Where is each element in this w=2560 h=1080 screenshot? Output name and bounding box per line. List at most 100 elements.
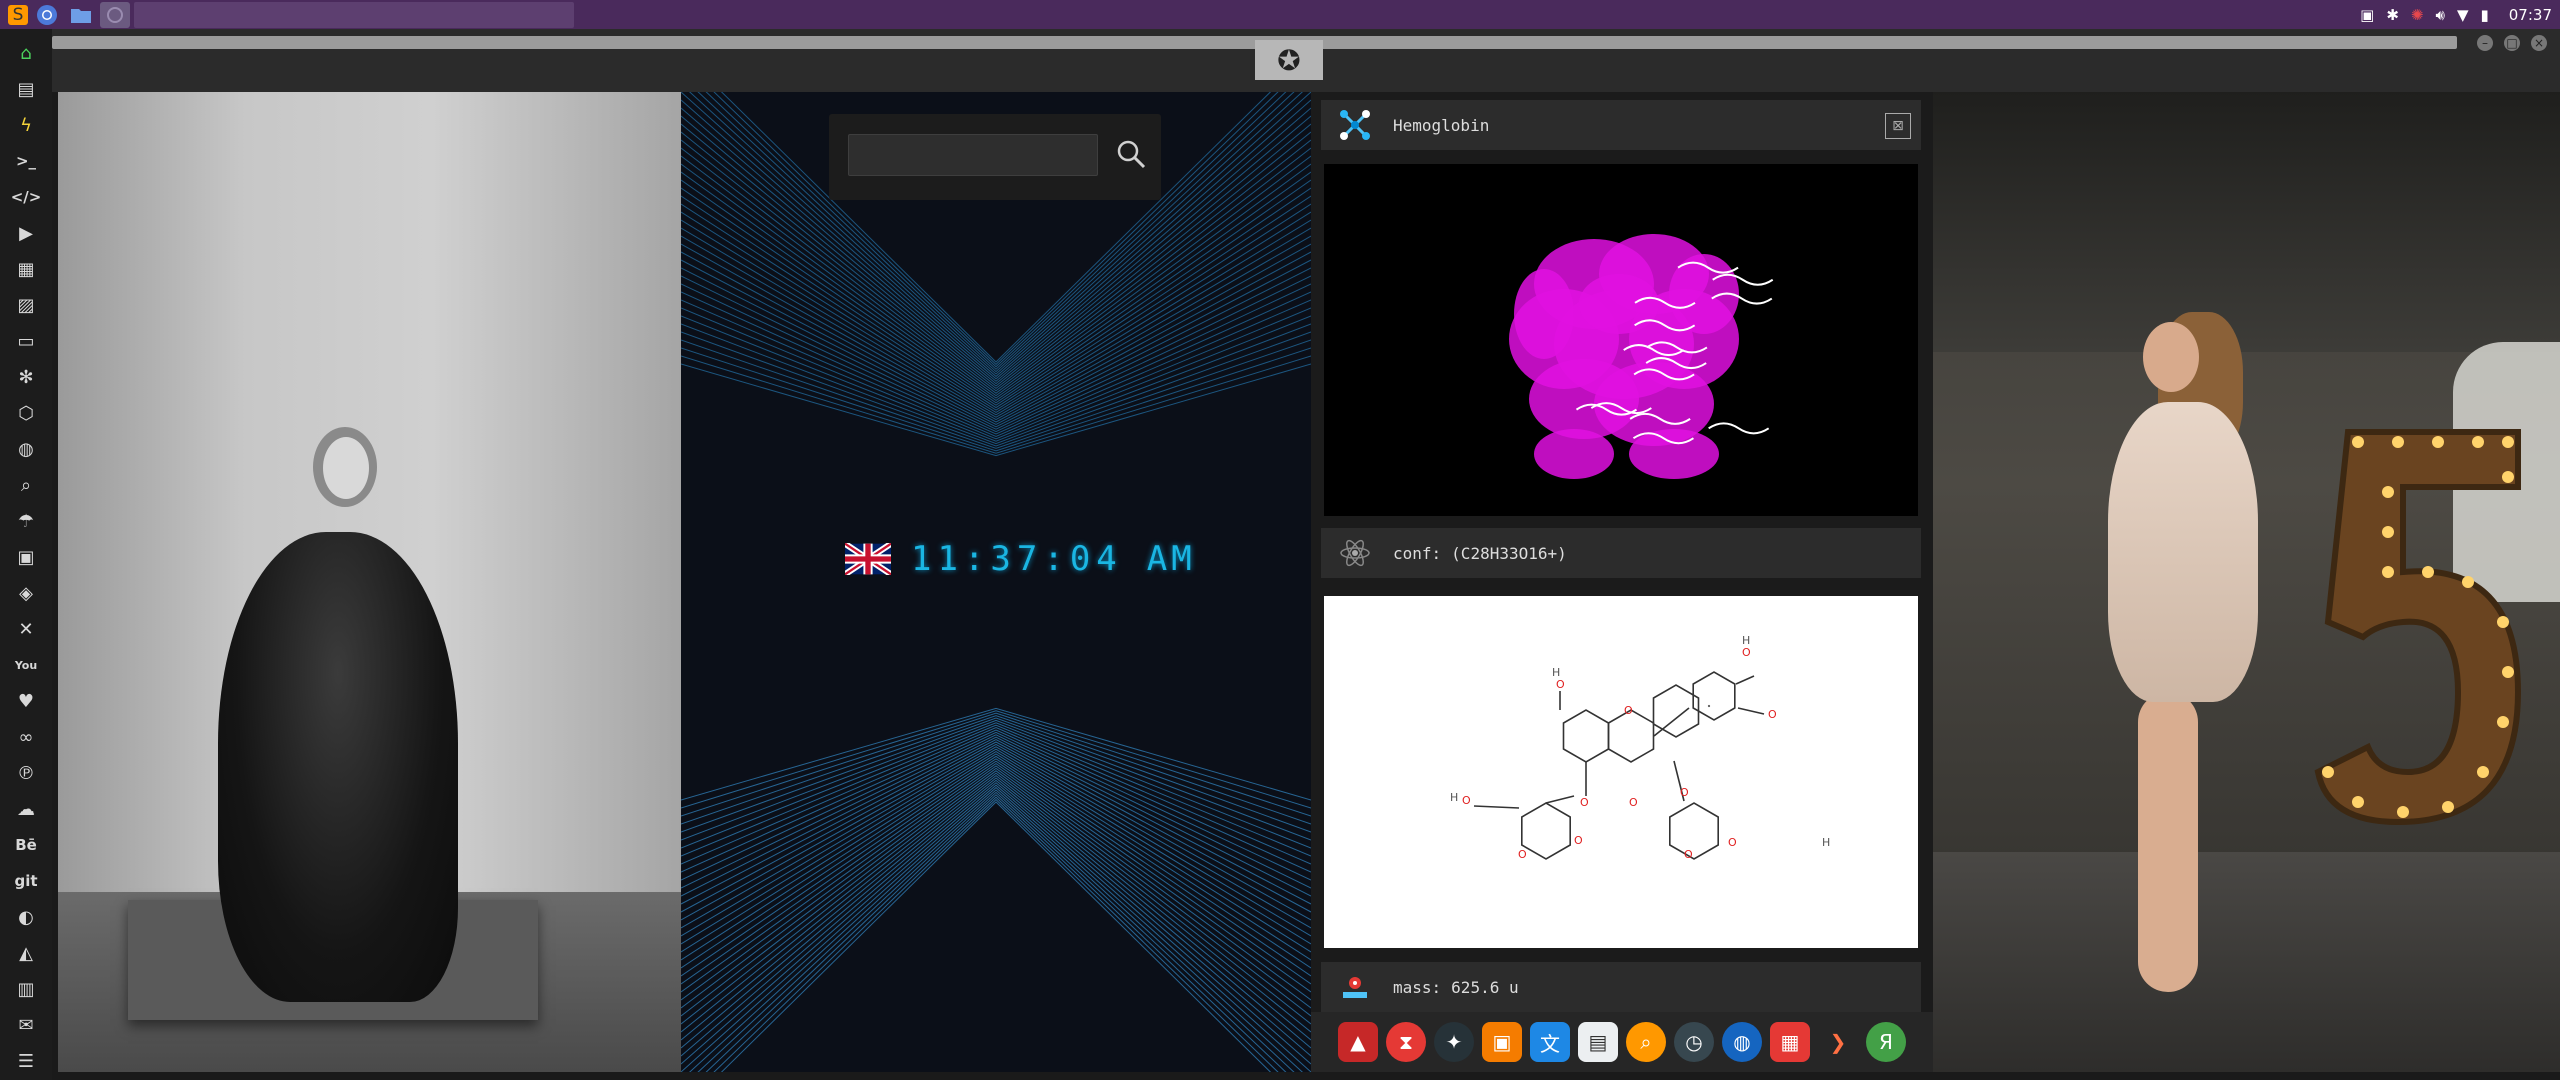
volume-icon[interactable]: 🔊︎	[2436, 6, 2445, 24]
bluetooth-icon[interactable]: ✱	[2386, 6, 2399, 24]
svg-text:O: O	[1580, 796, 1589, 809]
server-icon[interactable]: ☰	[12, 1047, 40, 1075]
molecule-close-button[interactable]: ⊠	[1885, 113, 1911, 139]
mail-icon[interactable]: ✉	[12, 1011, 40, 1039]
close-icon[interactable]: ×	[2531, 35, 2547, 51]
play-icon[interactable]: ▶	[12, 219, 40, 247]
layers-icon[interactable]: ◭	[12, 939, 40, 967]
globe-icon[interactable]: ◍	[12, 435, 40, 463]
cloud-icon[interactable]: ☁	[12, 795, 40, 823]
clock-icon[interactable]: ◷	[1674, 1022, 1714, 1062]
marquee-number-sign	[2308, 412, 2538, 832]
active-task-button[interactable]	[134, 2, 574, 28]
image-icon[interactable]: ▣	[2360, 6, 2374, 24]
color-photo	[1933, 92, 2560, 1072]
contact-icon[interactable]: ▣	[12, 543, 40, 571]
molecule-name: Hemoglobin	[1393, 116, 1489, 135]
mass-row: mass: 625.6 u	[1321, 962, 1921, 1012]
youtube-icon[interactable]: You	[12, 651, 40, 679]
search-input[interactable]	[848, 134, 1098, 176]
svg-text:O: O	[1768, 708, 1777, 721]
conformation-label: conf:	[1393, 544, 1441, 563]
search-icon[interactable]: ⌕	[12, 471, 40, 499]
photo-drape	[1933, 92, 2560, 352]
behance-icon[interactable]: Bē	[12, 831, 40, 859]
system-clock[interactable]: 07:37	[2509, 6, 2552, 24]
photo-figure-legs	[2138, 692, 2198, 992]
svg-text:H: H	[1742, 634, 1750, 647]
yandex-icon[interactable]: Я	[1866, 1022, 1906, 1062]
search-app-icon[interactable]: ⌕	[1626, 1022, 1666, 1062]
github-icon[interactable]: ◐	[12, 903, 40, 931]
window-switcher-icon[interactable]	[100, 2, 130, 28]
globe-icon[interactable]: ◍	[1722, 1022, 1762, 1062]
document-icon[interactable]: ▤	[12, 75, 40, 103]
rebel-logo-icon[interactable]: ✪	[1255, 40, 1323, 80]
bolt-icon[interactable]: ϟ	[12, 111, 40, 139]
calendar-icon[interactable]: ▦	[1770, 1022, 1810, 1062]
card-icon[interactable]: ▭	[12, 327, 40, 355]
pinterest-icon[interactable]: ℗	[12, 759, 40, 787]
code-icon[interactable]: </>	[12, 183, 40, 211]
molecule-header: Hemoglobin ⊠	[1321, 100, 1921, 150]
infinity-icon[interactable]: ∞	[12, 723, 40, 751]
molecule-widget: Hemoglobin ⊠ conf: (C28H33O16+) OHOOHOOO…	[1311, 92, 1933, 1072]
home-icon[interactable]: ⌂	[12, 39, 40, 67]
svg-text:O: O	[1680, 786, 1689, 799]
svg-text:O: O	[1462, 794, 1471, 807]
system-tray: ▣ ✱ ✺ 🔊︎ ▼ ▮ 07:37	[2360, 0, 2552, 29]
photos-icon[interactable]: ▣	[1482, 1022, 1522, 1062]
line-pattern-bottom	[681, 692, 1311, 1072]
settings-icon[interactable]: ✻	[12, 363, 40, 391]
svg-text:O: O	[1574, 834, 1583, 847]
umbrella-icon[interactable]: ☂	[12, 507, 40, 535]
files-icon[interactable]	[66, 2, 96, 28]
protein-3d-view[interactable]	[1324, 164, 1918, 516]
terminal-icon[interactable]: >_	[12, 147, 40, 175]
scale-icon	[1335, 967, 1375, 1007]
left-launcher-dock: ⌂ ▤ ϟ >_ </> ▶ ▦ ▨ ▭ ✻ ⬡ ◍ ⌕ ☂ ▣ ◈ ✕ You…	[0, 29, 52, 1080]
battery-icon[interactable]: ▮	[2481, 6, 2489, 24]
diamond-icon[interactable]: ◈	[12, 579, 40, 607]
wifi-icon[interactable]: ▼	[2457, 6, 2469, 24]
photo-figure-dress	[2108, 402, 2258, 702]
files-icon[interactable]: ▦	[12, 255, 40, 283]
git-icon[interactable]: git	[12, 867, 40, 895]
black-white-photo	[58, 92, 681, 1072]
svg-text:H: H	[1552, 666, 1560, 679]
svg-text:H: H	[1822, 836, 1830, 849]
search-widget	[829, 114, 1161, 200]
timer-icon[interactable]: ⧗	[1386, 1022, 1426, 1062]
search-icon[interactable]	[1113, 136, 1149, 172]
svg-text:O: O	[1728, 836, 1737, 849]
hexagon-icon[interactable]: ⬡	[12, 399, 40, 427]
image-icon[interactable]: ▨	[12, 291, 40, 319]
svg-text:O: O	[1518, 848, 1527, 861]
structure-2d-diagram[interactable]: OHOOHOOOOHOO OOOH	[1324, 596, 1918, 948]
heart-icon[interactable]: ♥	[12, 687, 40, 715]
conformation-row: conf: (C28H33O16+)	[1321, 528, 1921, 578]
tools-icon[interactable]: ✕	[12, 615, 40, 643]
molecule-icon	[1335, 105, 1375, 145]
system-top-bar: S ▣ ✱ ✺ 🔊︎ ▼ ▮ 07:37	[0, 0, 2560, 29]
astronomy-icon[interactable]: ✦	[1434, 1022, 1474, 1062]
clock-time: 11:37:04	[911, 539, 1123, 579]
autodesk-icon[interactable]: ▲	[1338, 1022, 1378, 1062]
map-icon[interactable]: ▥	[12, 975, 40, 1003]
digital-clock: 11:37:04 AM	[845, 539, 1196, 579]
mass-value: 625.6 u	[1451, 978, 1518, 997]
svg-text:O: O	[1556, 678, 1565, 691]
translate-icon[interactable]: 文	[1530, 1022, 1570, 1062]
minimize-icon[interactable]: –	[2477, 35, 2493, 51]
calendar-notes-icon[interactable]: ▤	[1578, 1022, 1618, 1062]
arrow-icon[interactable]: ❯	[1818, 1022, 1858, 1062]
maximize-icon[interactable]: □	[2504, 35, 2520, 51]
conformation-value: (C28H33O16+)	[1451, 544, 1567, 563]
photo-floor	[1933, 852, 2560, 1072]
bottom-app-dock: ▲ ⧗ ✦ ▣ 文 ▤ ⌕ ◷ ◍ ▦ ❯ Я	[1311, 1012, 1933, 1072]
sublime-text-icon[interactable]: S	[8, 5, 28, 25]
svg-text:O: O	[1684, 848, 1693, 861]
svg-text:O: O	[1629, 796, 1638, 809]
chromium-icon[interactable]	[32, 2, 62, 28]
update-icon[interactable]: ✺	[2411, 6, 2424, 24]
